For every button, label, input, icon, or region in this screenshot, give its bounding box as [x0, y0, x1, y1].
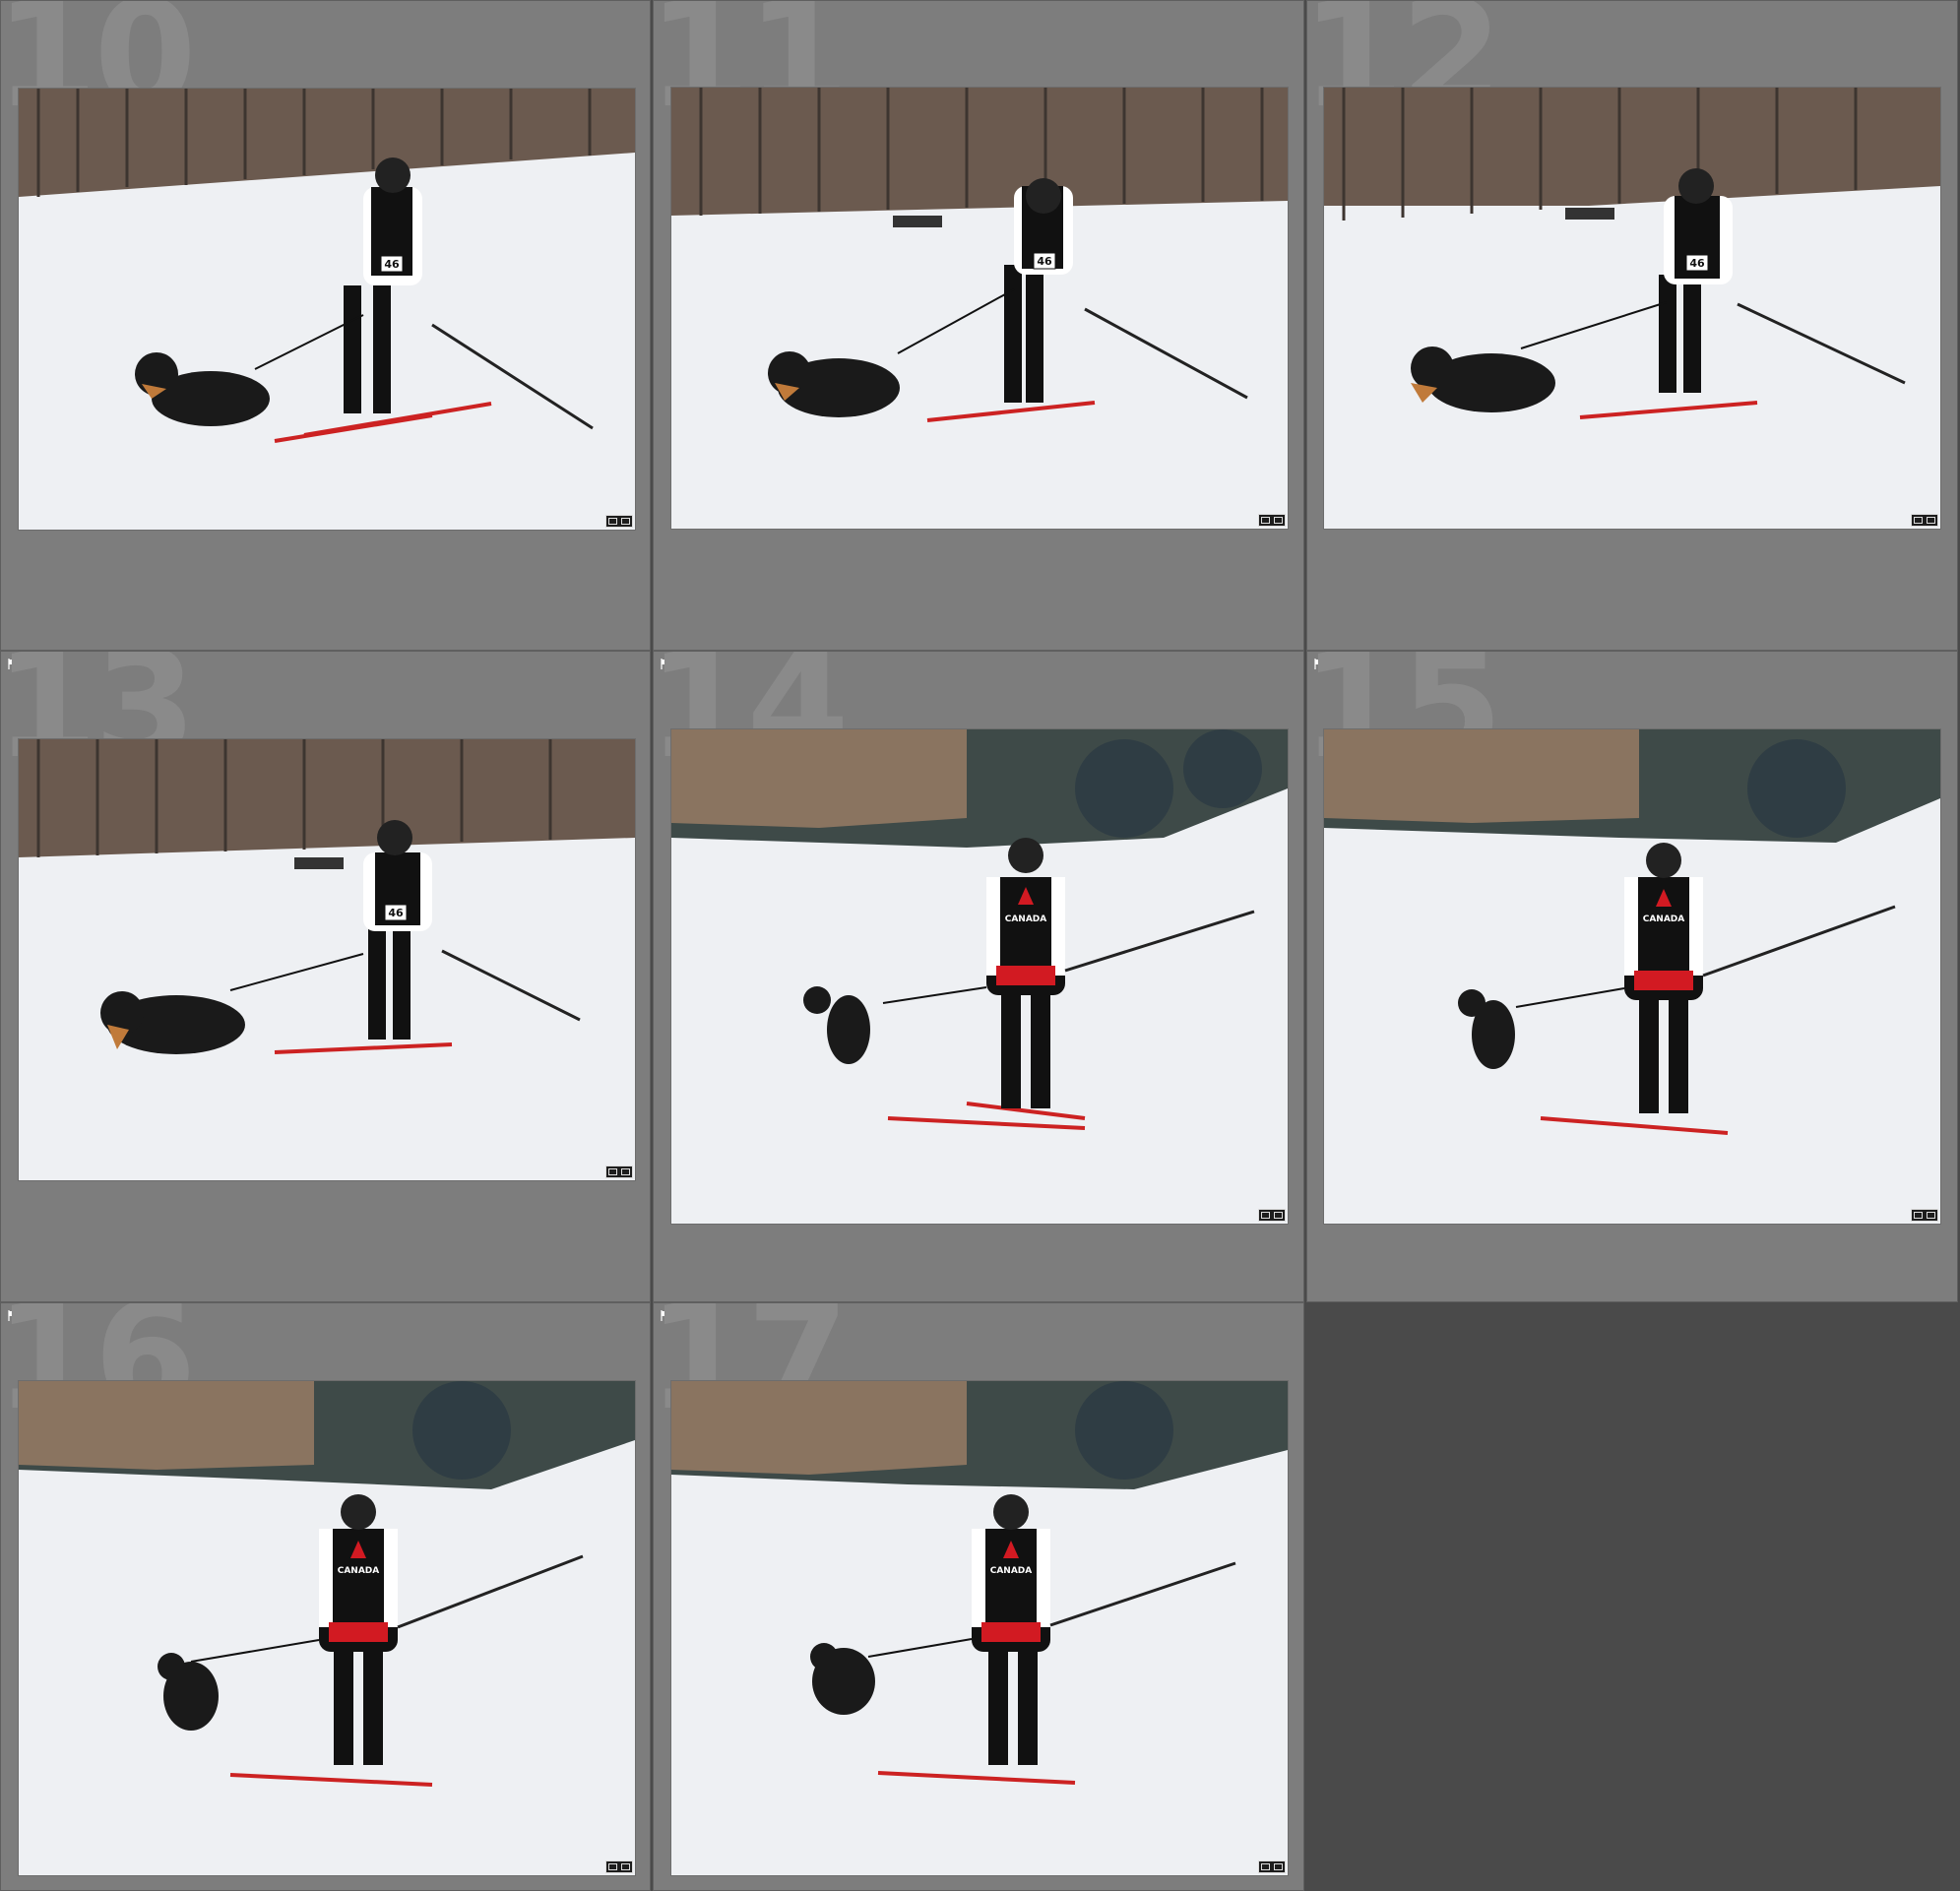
photo-back-scene: CANADA [1324, 729, 1940, 1224]
photo-thumbnail[interactable]: CANADA [19, 1381, 635, 1875]
grid-cell-11[interactable]: 11 46 [653, 0, 1304, 651]
photo-back-scene: CANADA [671, 1381, 1288, 1875]
flag-icon[interactable] [8, 659, 18, 669]
photo-front-scene: 46 [19, 89, 635, 530]
grid-cell-16[interactable]: 16 CANADA [0, 1302, 651, 1891]
edit-badge-icon [605, 1166, 633, 1178]
grid-empty-area [1306, 1302, 1958, 1891]
grid-cell-14[interactable]: 14 CANADA [653, 651, 1304, 1302]
edit-badge-icon [1258, 514, 1286, 527]
bib-number: 46 [1689, 257, 1705, 270]
photo-thumbnail[interactable]: CANADA [671, 1381, 1288, 1875]
jacket-text: CANADA [1643, 914, 1685, 924]
grid-cell-15[interactable]: 15 CANADA [1306, 651, 1958, 1302]
photo-thumbnail[interactable]: 46 [1324, 88, 1940, 529]
photo-thumbnail[interactable]: 46 [19, 89, 635, 530]
flag-icon[interactable] [661, 1310, 670, 1321]
grid-cell-17[interactable]: 17 CANADA [653, 1302, 1304, 1891]
grid-cell-10[interactable]: 10 46 [0, 0, 651, 651]
photo-thumbnail[interactable]: CANADA [1324, 729, 1940, 1224]
edit-badge-icon [1258, 1860, 1286, 1873]
photo-thumbnail[interactable]: 46 [19, 739, 635, 1180]
photo-front-scene: 46 [19, 739, 635, 1180]
photo-back-scene: CANADA [19, 1381, 635, 1875]
photo-grid: 10 46 11 46 12 46 13 46 14 CANADA 15 CAN… [0, 0, 1960, 1891]
jacket-text: CANADA [990, 1566, 1033, 1576]
edit-badge-icon [605, 515, 633, 528]
photo-front-scene: 46 [1324, 88, 1940, 529]
photo-front-scene: 46 [671, 88, 1288, 529]
edit-badge-icon [1911, 514, 1938, 527]
jacket-text: CANADA [1005, 914, 1047, 924]
edit-badge-icon [605, 1860, 633, 1873]
grid-cell-12[interactable]: 12 46 [1306, 0, 1958, 651]
flag-icon[interactable] [661, 659, 670, 669]
flag-icon[interactable] [8, 1310, 18, 1321]
bib-number: 46 [1037, 255, 1052, 268]
edit-badge-icon [1258, 1209, 1286, 1222]
photo-thumbnail[interactable]: CANADA [671, 729, 1288, 1224]
grid-cell-13[interactable]: 13 46 [0, 651, 651, 1302]
bib-number: 46 [388, 907, 404, 919]
photo-thumbnail[interactable]: 46 [671, 88, 1288, 529]
photo-back-scene: CANADA [671, 729, 1288, 1224]
jacket-text: CANADA [338, 1566, 380, 1576]
flag-icon[interactable] [1314, 659, 1324, 669]
edit-badge-icon [1911, 1209, 1938, 1222]
bib-number: 46 [384, 258, 400, 271]
